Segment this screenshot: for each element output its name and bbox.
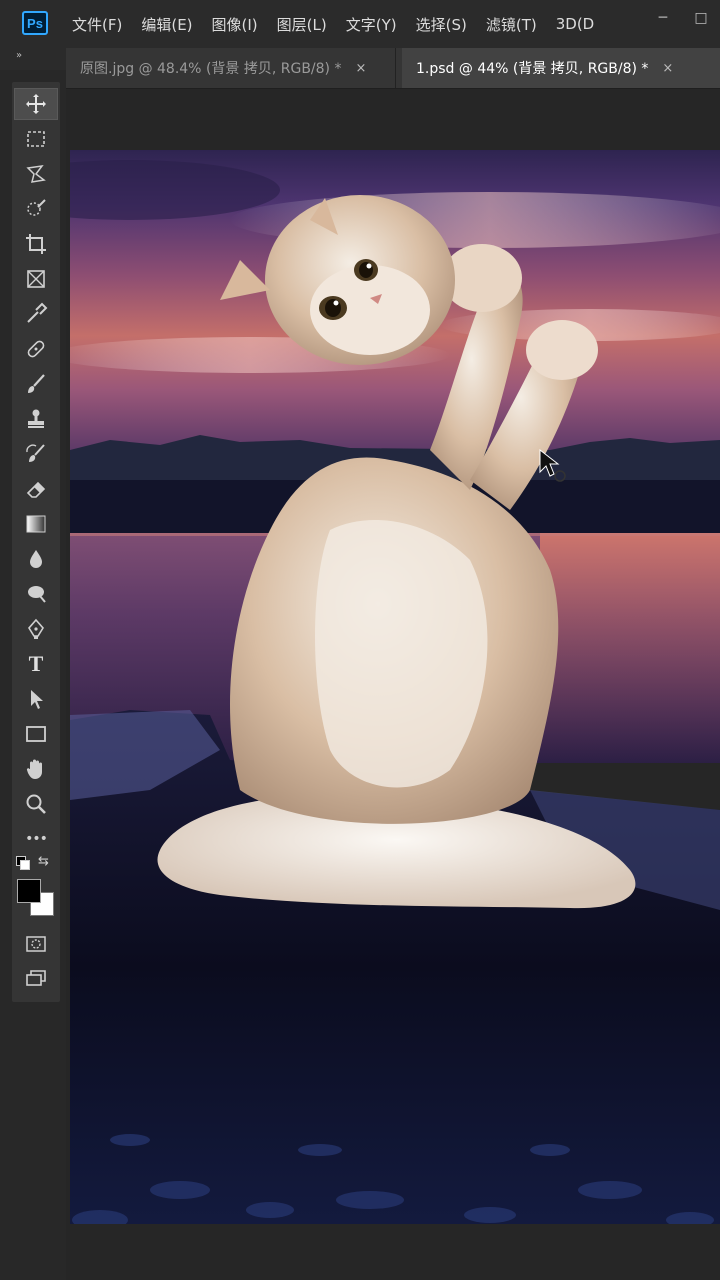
menu-bar: Ps 文件(F) 编辑(E) 图像(I) 图层(L) 文字(Y) 选择(S) 滤… <box>0 0 720 48</box>
tab-label: 原图.jpg @ 48.4% (背景 拷贝, RGB/8) * <box>80 61 342 77</box>
photoshop-logo[interactable]: Ps <box>22 11 48 35</box>
history-brush-tool[interactable] <box>14 438 58 470</box>
eraser-tool-icon <box>26 481 46 498</box>
minimize-button[interactable]: ─ <box>644 0 682 36</box>
move-tool[interactable] <box>14 88 58 120</box>
document-tab-bar: 原图.jpg @ 48.4% (背景 拷贝, RGB/8) * × 1.psd … <box>66 48 720 89</box>
type-tool-icon: T <box>28 651 44 676</box>
tab-label: 1.psd @ 44% (背景 拷贝, RGB/8) * <box>416 61 649 77</box>
frame-tool-icon <box>27 270 45 288</box>
menu-select[interactable]: 选择(S) <box>416 14 467 35</box>
menu-layer[interactable]: 图层(L) <box>277 14 327 35</box>
menu-3d[interactable]: 3D(D <box>556 15 595 33</box>
quick-mask-icon <box>26 936 46 952</box>
more-tools[interactable]: ••• <box>14 823 58 855</box>
frame-tool[interactable] <box>14 263 58 295</box>
lasso-tool[interactable] <box>14 158 58 190</box>
gradient-tool[interactable] <box>14 508 58 540</box>
more-tools-icon: ••• <box>25 831 48 847</box>
close-icon[interactable]: × <box>662 61 673 76</box>
foreground-color-swatch[interactable] <box>17 879 41 903</box>
rectangle-tool-icon <box>26 726 46 742</box>
marquee-tool[interactable] <box>14 123 58 155</box>
brush-tool-icon <box>28 374 45 393</box>
toolbar-header <box>0 48 66 70</box>
eraser-tool[interactable] <box>14 473 58 505</box>
dodge-tool[interactable] <box>14 578 58 610</box>
menu-type[interactable]: 文字(Y) <box>346 14 397 35</box>
collapse-panel-icon[interactable]: » <box>16 50 22 61</box>
menu-filter[interactable]: 滤镜(T) <box>486 14 537 35</box>
history-brush-icon <box>26 444 45 462</box>
dodge-tool-icon <box>28 586 46 603</box>
tools-panel: T ••• ⇆ <box>12 82 60 1002</box>
stamp-tool[interactable] <box>14 403 58 435</box>
canvas-artwork <box>70 150 720 1224</box>
move-tool-icon <box>26 94 46 114</box>
marquee-tool-icon <box>27 131 45 147</box>
brush-tool[interactable] <box>14 368 58 400</box>
quick-mask-button[interactable] <box>14 928 58 960</box>
healing-brush-icon <box>27 340 45 358</box>
crop-tool-icon <box>26 234 46 254</box>
quick-select-tool-icon <box>27 199 46 216</box>
menu-list: 文件(F) 编辑(E) 图像(I) 图层(L) 文字(Y) 选择(S) 滤镜(T… <box>72 0 613 48</box>
stamp-tool-icon <box>28 409 44 428</box>
hand-tool[interactable] <box>14 753 58 785</box>
default-colors-icon[interactable] <box>16 856 30 870</box>
hand-tool-icon <box>26 759 42 779</box>
tab-1-psd[interactable]: 1.psd @ 44% (背景 拷贝, RGB/8) * × <box>402 48 720 88</box>
zoom-tool-icon <box>26 794 46 814</box>
menu-image[interactable]: 图像(I) <box>212 14 258 35</box>
document-canvas[interactable] <box>70 150 720 1224</box>
path-select-tool[interactable] <box>14 683 58 715</box>
eyedropper-tool-icon <box>27 302 48 323</box>
close-icon[interactable]: × <box>355 61 366 76</box>
tab-original-jpg[interactable]: 原图.jpg @ 48.4% (背景 拷贝, RGB/8) * × <box>66 48 396 88</box>
rectangle-tool[interactable] <box>14 718 58 750</box>
path-select-icon <box>31 690 43 709</box>
maximize-button[interactable]: □ <box>682 0 720 36</box>
lasso-tool-icon <box>26 165 46 183</box>
crop-tool[interactable] <box>14 228 58 260</box>
gradient-tool-icon <box>26 515 46 533</box>
healing-brush-tool[interactable] <box>14 333 58 365</box>
menu-edit[interactable]: 编辑(E) <box>141 14 192 35</box>
swap-colors-icon[interactable]: ⇆ <box>38 854 49 869</box>
screen-mode-button[interactable] <box>14 962 58 994</box>
menu-file[interactable]: 文件(F) <box>72 14 122 35</box>
window-controls: ─ □ <box>644 0 720 36</box>
blur-tool-icon <box>30 550 42 568</box>
screen-mode-icon <box>26 970 46 986</box>
pen-tool-icon <box>28 618 44 639</box>
blur-tool[interactable] <box>14 543 58 575</box>
pen-tool[interactable] <box>14 613 58 645</box>
eyedropper-tool[interactable] <box>14 298 58 330</box>
quick-select-tool[interactable] <box>14 193 58 225</box>
zoom-tool[interactable] <box>14 788 58 820</box>
type-tool[interactable]: T <box>14 648 58 680</box>
